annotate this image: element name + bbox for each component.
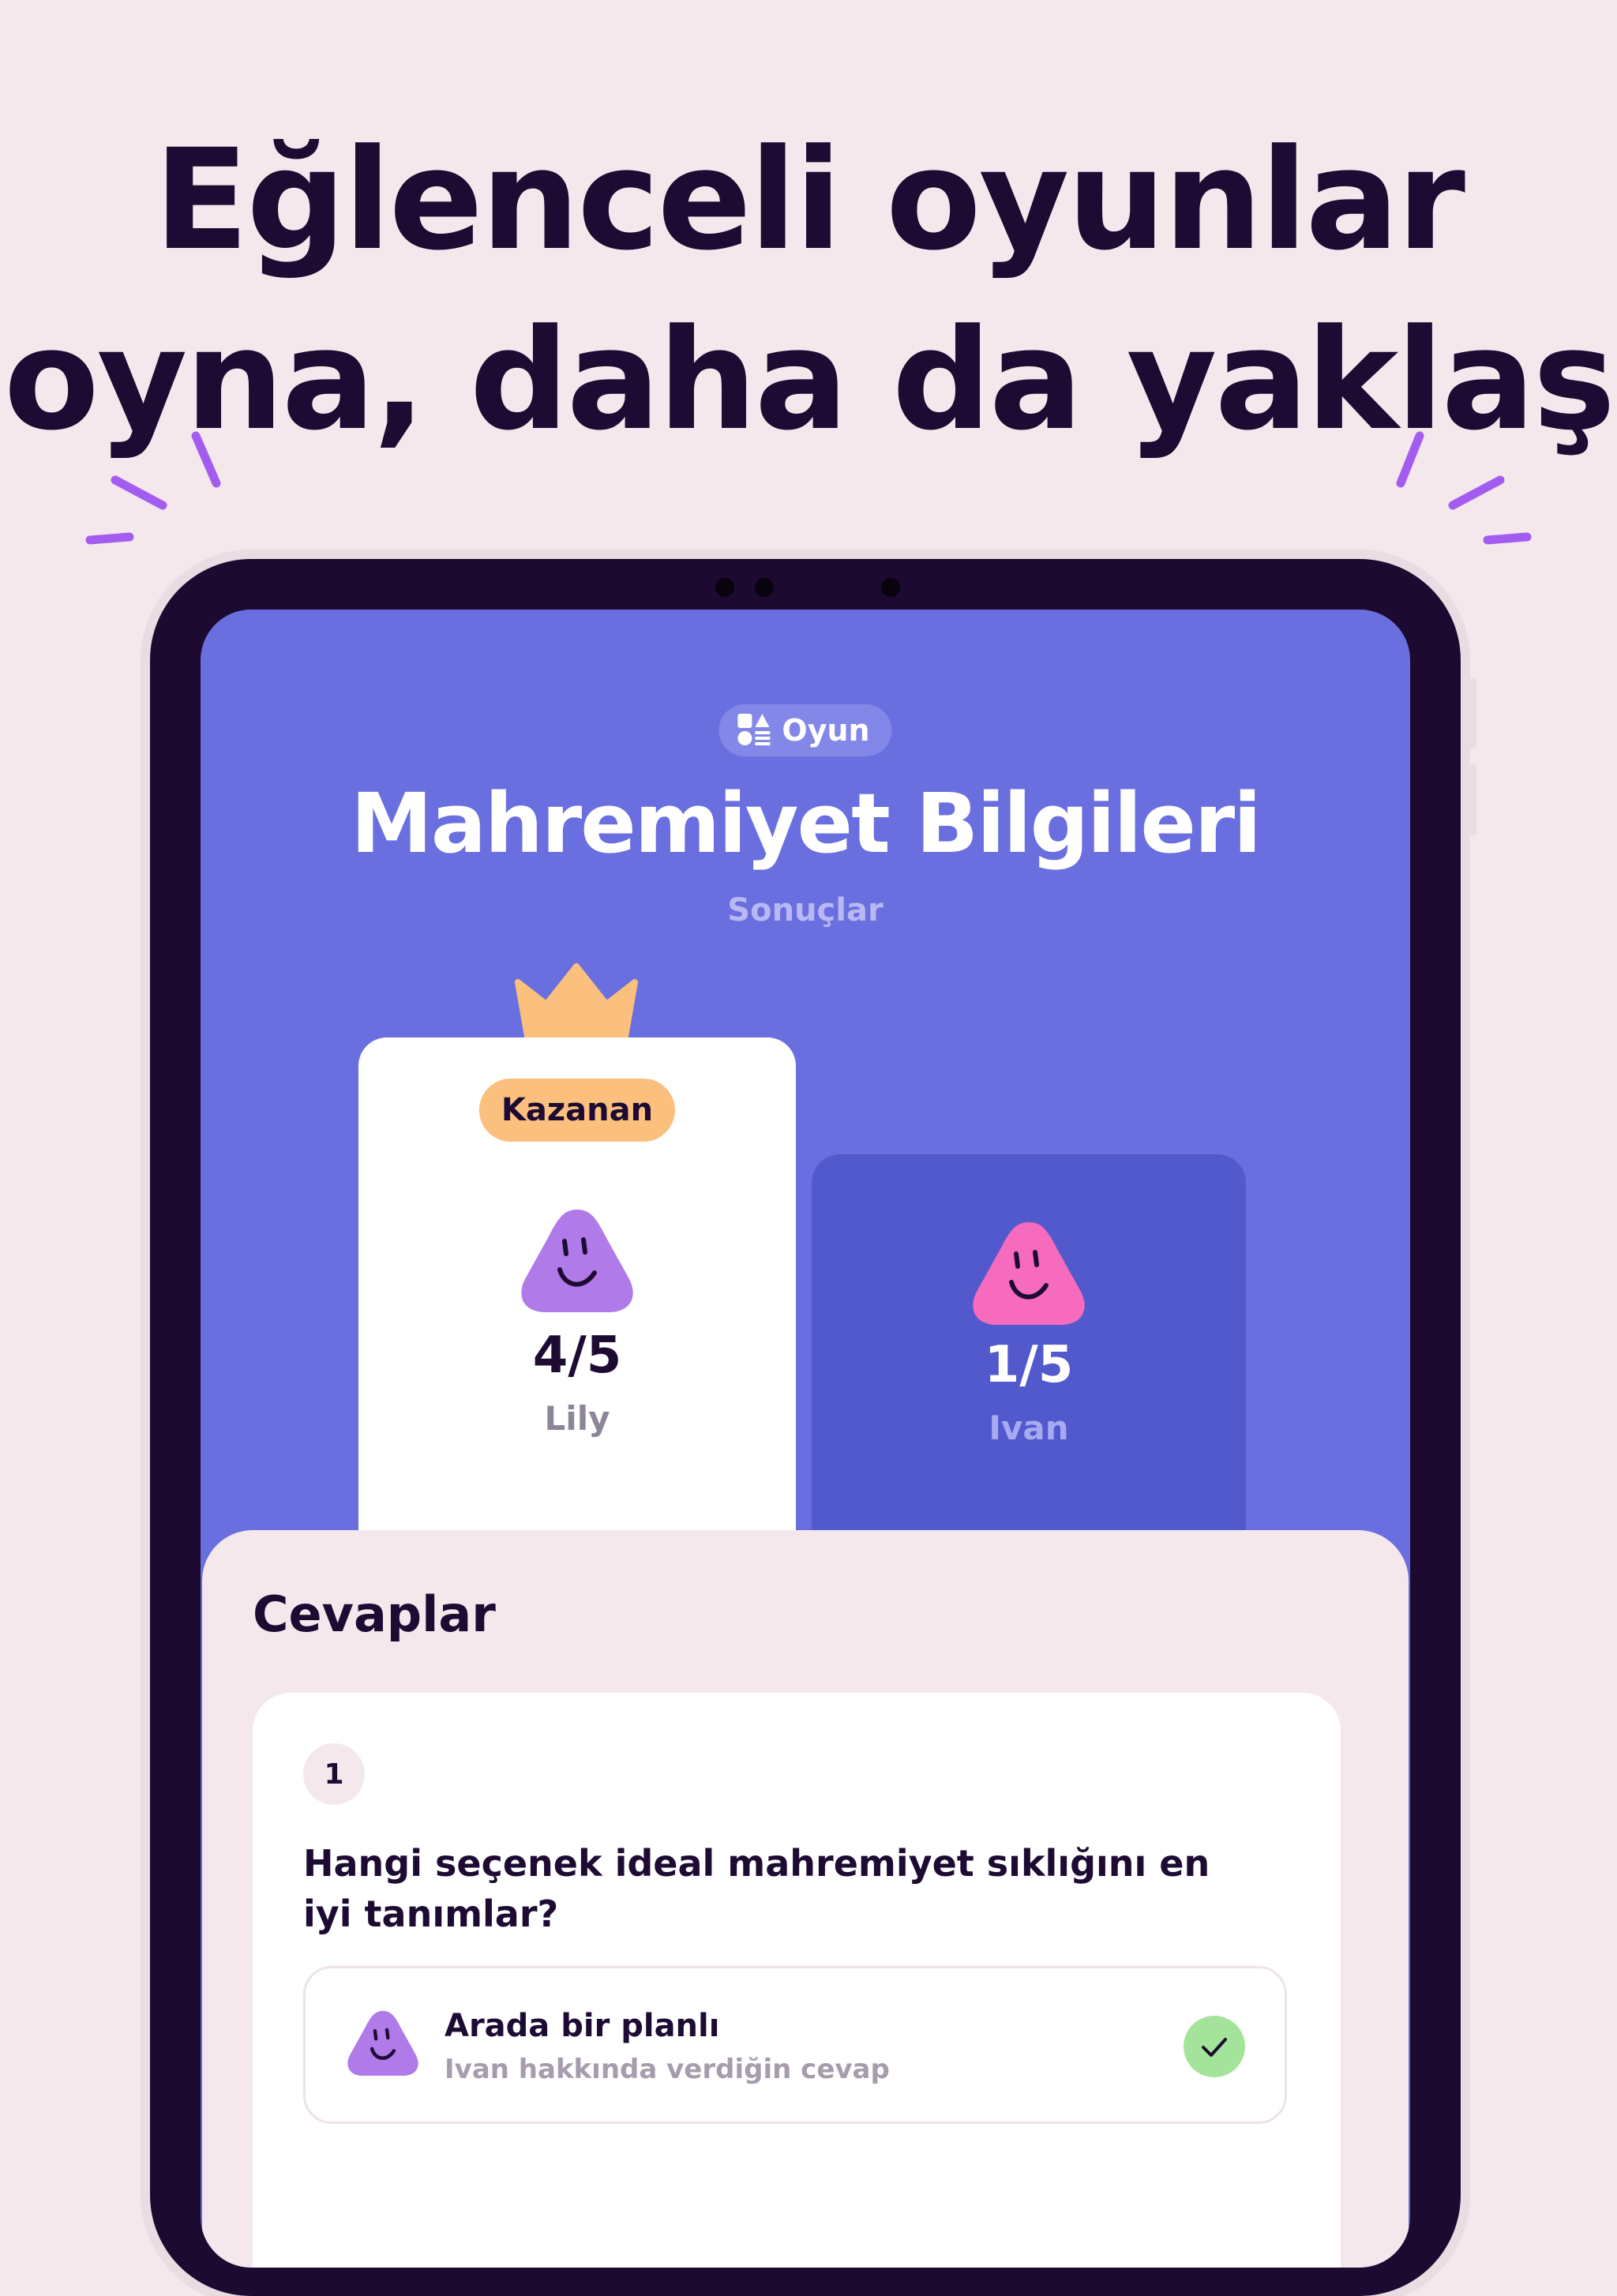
answer-subtext: Ivan hakkında verdiğin cevap (445, 2054, 890, 2085)
answer-row[interactable]: Arada bir planlı Ivan hakkında verdiğin … (303, 1966, 1287, 2124)
answers-title: Cevaplar (253, 1585, 496, 1643)
headline-line-1: Eğlenceli oyunlar (154, 119, 1465, 281)
spark-line (111, 475, 167, 510)
winner-badge: Kazanan (478, 1079, 676, 1142)
headline: Eğlenceli oyunlar oyna, daha da yaklaş (0, 111, 1617, 471)
games-icon (737, 714, 771, 747)
smiley-avatar-icon (347, 2010, 418, 2077)
camera-dot (755, 578, 774, 597)
volume-button (1470, 764, 1476, 835)
pill-label: Oyun (782, 713, 870, 748)
spark-line (85, 532, 134, 545)
crown-icon (515, 963, 638, 1045)
spark-line (1483, 532, 1532, 545)
smiley-avatar-icon (973, 1222, 1085, 1325)
winner-score: 4/5 (532, 1326, 622, 1385)
question-card: 1 Hangi seçenek ideal mahremiyet sıklığı… (253, 1693, 1341, 2268)
winner-card: Kazanan 4/5 Lily (358, 1037, 796, 1590)
tablet-frame: Oyun Mahremiyet Bilgileri Sonuçlar Kazan… (150, 559, 1476, 2296)
spark-line (1448, 475, 1505, 510)
question-text: Hangi seçenek ideal mahremiyet sıklığını… (303, 1842, 1210, 1935)
question-number: 1 (303, 1743, 365, 1805)
winner-name: Lily (544, 1399, 610, 1438)
player-score: 1/5 (984, 1336, 1074, 1394)
camera-dot (881, 578, 900, 597)
headline-line-2: oyna, daha da yaklaş (3, 299, 1615, 461)
volume-button (1470, 677, 1476, 748)
smiley-avatar-icon (521, 1210, 633, 1312)
camera-dot (715, 578, 734, 597)
answer-label: Arada bir planlı (445, 2008, 720, 2044)
game-title: Mahremiyet Bilgileri (351, 775, 1262, 872)
player-name: Ivan (989, 1409, 1069, 1447)
check-icon (1184, 2016, 1245, 2077)
results-subtitle: Sonuçlar (727, 892, 884, 929)
app-screen: Oyun Mahremiyet Bilgileri Sonuçlar Kazan… (201, 610, 1410, 2268)
game-category-pill: Oyun (718, 704, 892, 756)
